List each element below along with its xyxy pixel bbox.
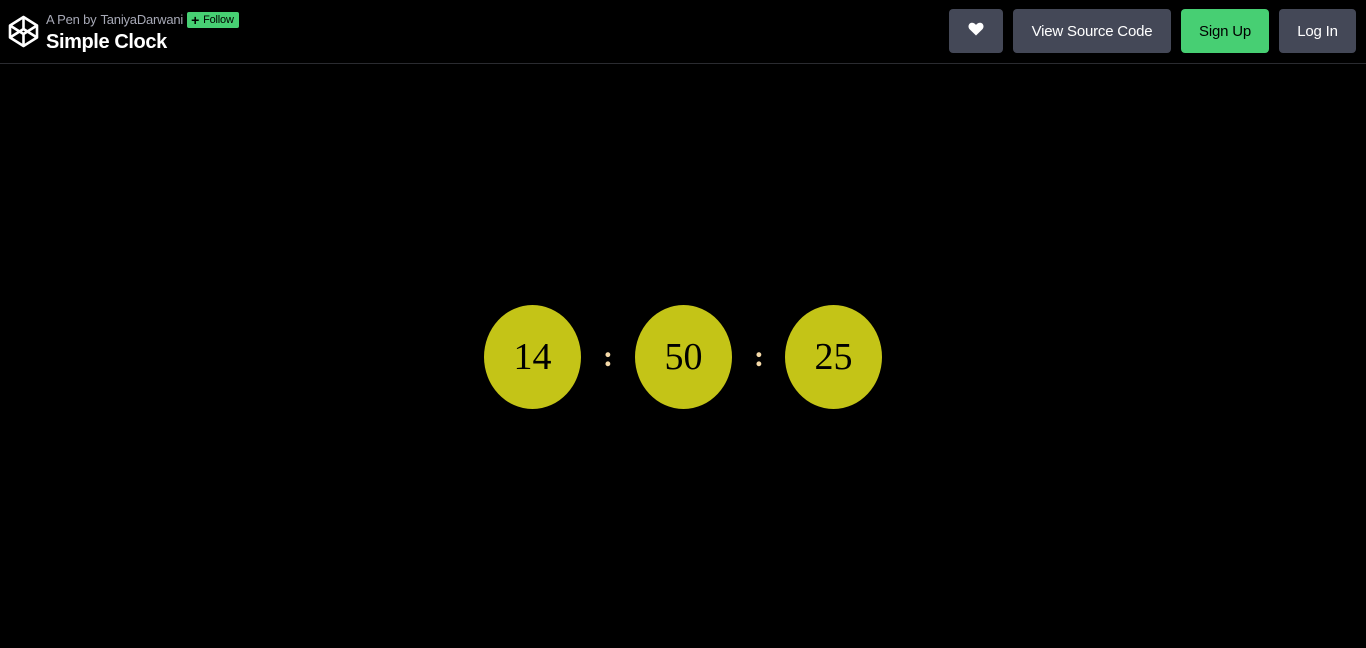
view-source-button[interactable]: View Source Code xyxy=(1013,9,1171,53)
clock-separator: : xyxy=(603,340,613,373)
page-title: Simple Clock xyxy=(46,31,167,53)
clock-seconds: 25 xyxy=(785,305,882,409)
clock-display: 14 : 50 : 25 xyxy=(0,305,1366,409)
follow-label: Follow xyxy=(203,13,234,26)
heart-button[interactable] xyxy=(949,9,1003,53)
heart-icon xyxy=(968,22,984,40)
byline-prefix: A Pen by xyxy=(46,12,97,27)
top-bar: A Pen by TaniyaDarwani + Follow Simple C… xyxy=(0,0,1366,64)
author-link[interactable]: TaniyaDarwani xyxy=(100,12,183,27)
clock-separator: : xyxy=(754,340,764,373)
plus-icon: + xyxy=(191,11,200,28)
pen-meta: A Pen by TaniyaDarwani + Follow Simple C… xyxy=(46,11,239,54)
sign-up-button[interactable]: Sign Up xyxy=(1181,9,1269,53)
codepen-logo-icon[interactable] xyxy=(8,15,39,48)
follow-button[interactable]: + Follow xyxy=(187,11,239,28)
clock-minutes: 50 xyxy=(635,305,732,409)
byline: A Pen by TaniyaDarwani + Follow xyxy=(46,11,239,28)
log-in-button[interactable]: Log In xyxy=(1279,9,1356,53)
clock-hours: 14 xyxy=(484,305,581,409)
